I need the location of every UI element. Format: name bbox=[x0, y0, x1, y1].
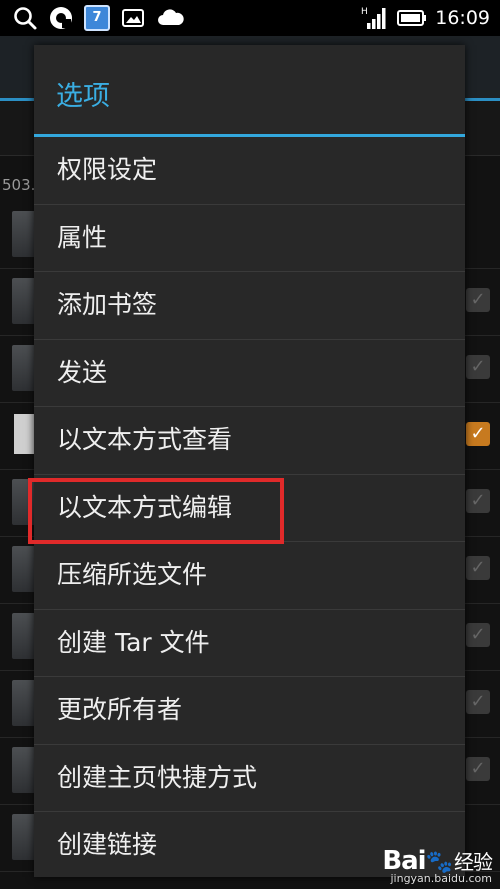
calendar-icon: 7 bbox=[84, 5, 110, 31]
checkbox: ✓ bbox=[466, 355, 490, 379]
clock: 16:09 bbox=[435, 7, 490, 29]
menu-item-compress-selected[interactable]: 压缩所选文件 bbox=[34, 542, 465, 610]
checkbox: ✓ bbox=[466, 757, 490, 781]
menu-item-view-as-text[interactable]: 以文本方式查看 bbox=[34, 407, 465, 475]
menu-item-change-owner[interactable]: 更改所有者 bbox=[34, 677, 465, 745]
baidu-watermark: Bai🐾 经验 jingyan.baidu.com bbox=[382, 846, 493, 885]
checkbox-checked: ✓ bbox=[466, 422, 490, 446]
checkbox: ✓ bbox=[466, 690, 490, 714]
background-path-text: 503. bbox=[2, 176, 36, 194]
options-dialog: 选项 权限设定 属性 添加书签 发送 以文本方式查看 以文本方式编辑 压缩所选文… bbox=[34, 45, 465, 877]
system-icons: H 16:09 bbox=[361, 4, 490, 32]
checkbox: ✓ bbox=[466, 288, 490, 312]
image-icon bbox=[122, 9, 144, 27]
menu-item-send[interactable]: 发送 bbox=[34, 340, 465, 407]
notification-icons: 7 bbox=[12, 4, 186, 32]
network-type-label: H bbox=[361, 7, 368, 17]
document-icon bbox=[14, 414, 36, 454]
menu-item-create-tar[interactable]: 创建 Tar 文件 bbox=[34, 610, 465, 677]
status-bar: 7 H 16:09 bbox=[0, 0, 500, 36]
options-menu: 权限设定 属性 添加书签 发送 以文本方式查看 以文本方式编辑 压缩所选文件 创… bbox=[34, 137, 465, 880]
checkbox: ✓ bbox=[466, 556, 490, 580]
dialog-title: 选项 bbox=[56, 81, 110, 112]
watermark-logo-suffix: 经验 bbox=[454, 850, 493, 874]
signal-icon: H bbox=[361, 7, 386, 29]
screen: 7 H 16:09 503. ✓ ✓ ✓ ✓ ✓ ✓ ✓ ✓ 选项 权限设定 属… bbox=[0, 0, 500, 889]
checkbox: ✓ bbox=[466, 623, 490, 647]
menu-item-add-bookmark[interactable]: 添加书签 bbox=[34, 272, 465, 340]
menu-item-edit-as-text[interactable]: 以文本方式编辑 bbox=[34, 475, 465, 542]
search-icon bbox=[14, 7, 37, 30]
menu-item-properties[interactable]: 属性 bbox=[34, 205, 465, 272]
cloud-icon bbox=[158, 9, 184, 25]
menu-item-permissions[interactable]: 权限设定 bbox=[34, 137, 465, 205]
watermark-url: jingyan.baidu.com bbox=[390, 872, 492, 885]
menu-item-create-home-shortcut[interactable]: 创建主页快捷方式 bbox=[34, 745, 465, 812]
app-notification-icon bbox=[50, 7, 72, 29]
battery-icon bbox=[397, 10, 427, 26]
checkbox: ✓ bbox=[466, 489, 490, 513]
